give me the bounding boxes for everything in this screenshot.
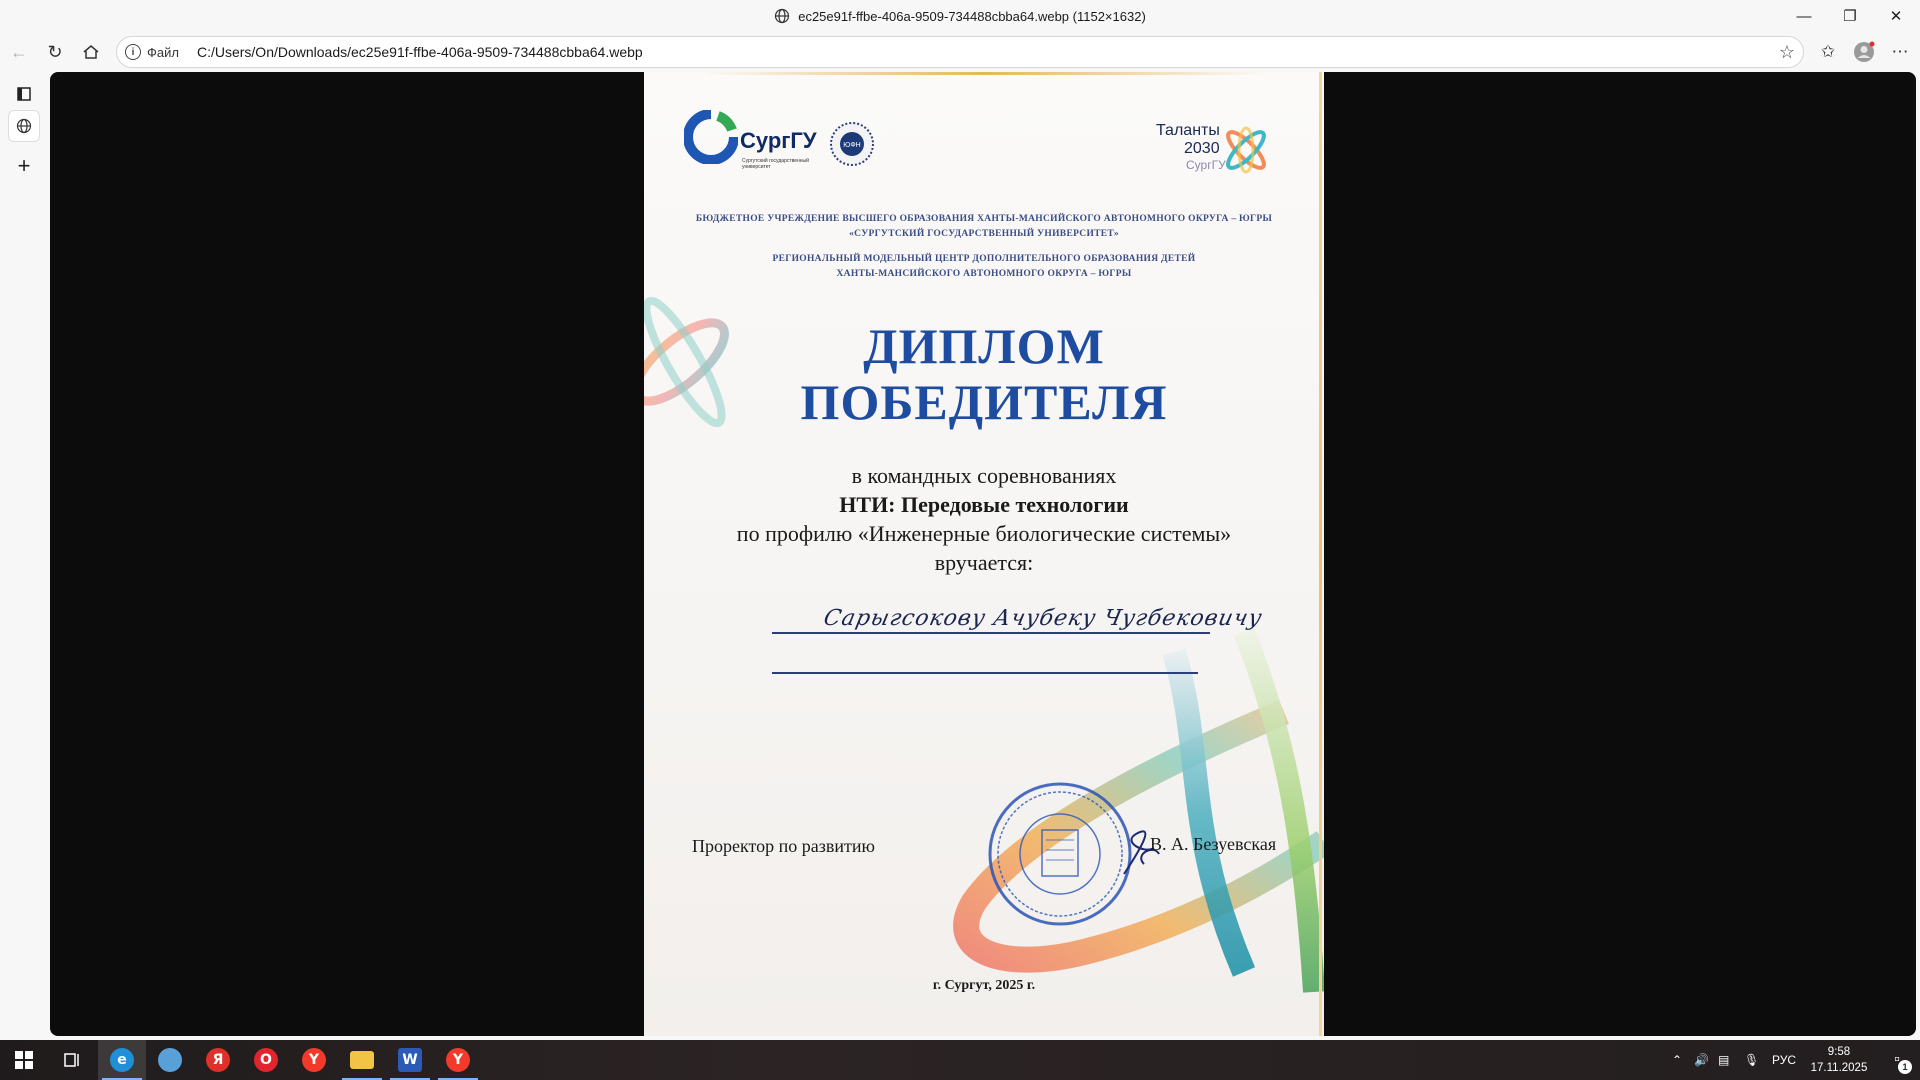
body-line-4: вручается: xyxy=(934,550,1034,575)
word-icon: W xyxy=(398,1048,422,1072)
surgu-logo-subtitle: Сургутский государственный университет xyxy=(742,158,809,170)
taskbar-app-file-explorer[interactable] xyxy=(338,1040,386,1080)
volume-icon[interactable]: 🔊 xyxy=(1694,1040,1709,1080)
taskbar-app-yandex-browser[interactable]: Я xyxy=(194,1040,242,1080)
microphone-icon[interactable]: 🎙 xyxy=(1744,1040,1759,1080)
recipient-handwritten-name: Сарыгсокову Ачубеку Чугбековичу xyxy=(821,606,1265,631)
talanty-logo-name: Таланты xyxy=(1156,122,1220,139)
window-title-text: ec25e91f-ffbe-406a-9509-734488cbba64.web… xyxy=(798,8,1146,24)
start-button[interactable] xyxy=(0,1040,48,1080)
body-line-2: НТИ: Передовые технологии xyxy=(839,492,1129,517)
body-line-3: по профилю «Инженерные биологические сис… xyxy=(736,521,1232,546)
action-center-button[interactable]: ▫ 1 xyxy=(1884,1048,1912,1074)
taskbar-app-edge[interactable]: e xyxy=(98,1040,146,1080)
file-explorer-icon xyxy=(350,1051,374,1069)
taskbar-app-app-2[interactable] xyxy=(146,1040,194,1080)
place-and-year: г. Сургут, 2025 г. xyxy=(932,978,1036,993)
signer-name: В. А. Безуевская xyxy=(1150,834,1277,854)
show-hidden-icons-icon[interactable]: ⌃ xyxy=(1672,1040,1682,1080)
open-tab-globe-icon[interactable] xyxy=(8,110,40,142)
task-view-button[interactable] xyxy=(48,1040,96,1080)
app-2-icon xyxy=(158,1048,182,1072)
body-line-1: в командных соревнованиях xyxy=(851,463,1117,488)
task-view-icon xyxy=(64,1053,79,1067)
clock-time: 9:58 xyxy=(1827,1046,1851,1058)
address-bar[interactable]: i Файл C:/Users/On/Downloads/ec25e91f-ff… xyxy=(116,36,1804,68)
talanty-logo-year: 2030 xyxy=(1184,140,1220,157)
header-line-3: Региональный модельный центр дополнитель… xyxy=(772,254,1196,264)
favorites-icon[interactable]: ✩ xyxy=(1812,37,1844,67)
system-clock[interactable]: 9:58 17.11.2025 xyxy=(1806,1044,1872,1076)
new-tab-plus-icon[interactable]: + xyxy=(8,150,40,182)
taskbar-app-yandex-2[interactable]: Y xyxy=(434,1040,482,1080)
header-line-2: «Сургутский государственный университет» xyxy=(849,229,1119,239)
surgu-logo-name: СургГУ xyxy=(740,128,817,153)
taskbar-app-word[interactable]: W xyxy=(386,1040,434,1080)
tab-actions-icon[interactable] xyxy=(8,78,40,110)
taskbar-app-yandex[interactable]: Y xyxy=(290,1040,338,1080)
info-icon[interactable]: i xyxy=(125,44,141,60)
header-line-1: Бюджетное учреждение высшего образования… xyxy=(695,214,1273,224)
home-icon xyxy=(83,45,99,59)
yandex-browser-icon: Я xyxy=(206,1048,230,1072)
window-title: ec25e91f-ffbe-406a-9509-734488cbba64.web… xyxy=(0,8,1920,24)
recipient-line-1 xyxy=(772,632,1210,634)
network-icon[interactable]: ▤ xyxy=(1718,1040,1729,1080)
language-indicator[interactable]: РУС xyxy=(1772,1040,1796,1080)
emblem-seal-icon: ЮФН xyxy=(830,122,874,166)
minimize-button[interactable]: — xyxy=(1781,0,1827,32)
restore-button[interactable]: ❐ xyxy=(1827,0,1873,32)
reload-button[interactable]: ↻ xyxy=(39,37,71,67)
official-stamp-icon xyxy=(988,782,1132,926)
clock-date: 17.11.2025 xyxy=(1810,1062,1868,1074)
navigation-bar: ← ↻ i Файл C:/Users/On/Downloads/ec25e91… xyxy=(0,34,1920,70)
opera-icon: O xyxy=(254,1048,278,1072)
yandex-2-icon: Y xyxy=(446,1048,470,1072)
windows-logo-icon xyxy=(15,1051,33,1069)
emblem-text: ЮФН xyxy=(843,142,860,149)
diploma-title-line-2: ПОБЕДИТЕЛЯ xyxy=(800,374,1168,430)
home-button[interactable] xyxy=(75,37,107,67)
window-titlebar: ec25e91f-ffbe-406a-9509-734488cbba64.web… xyxy=(0,0,1920,34)
talanty-logo-sub: СургГУ xyxy=(1186,158,1226,172)
diploma-title-line-1: ДИПЛОМ xyxy=(863,318,1105,374)
image-viewer: СургГУ Сургутский государственный универ… xyxy=(50,72,1916,1036)
windows-taskbar: eЯOYWY ⌃ 🔊 ▤ 🎙 РУС 9:58 17.11.2025 ▫ 1 xyxy=(0,1040,1920,1080)
avatar-icon xyxy=(1854,41,1875,62)
taskbar-app-opera[interactable]: O xyxy=(242,1040,290,1080)
profile-avatar[interactable] xyxy=(1848,37,1880,67)
browser-sidebar: + xyxy=(0,70,50,1038)
yandex-icon: Y xyxy=(302,1048,326,1072)
edge-icon: e xyxy=(110,1048,134,1072)
surgu-logo-icon xyxy=(684,110,738,164)
signer-role: Проректор по развитию xyxy=(692,836,875,856)
top-decor-line xyxy=(704,72,1264,75)
globe-icon xyxy=(775,8,790,24)
close-button[interactable]: ✕ xyxy=(1873,0,1919,32)
diploma-image: СургГУ Сургутский государственный универ… xyxy=(644,72,1324,1036)
back-button[interactable]: ← xyxy=(3,37,35,67)
more-menu-icon[interactable]: ⋯ xyxy=(1884,37,1916,67)
scheme-label: Файл xyxy=(147,44,179,60)
notification-count: 1 xyxy=(1898,1060,1912,1074)
recipient-line-2 xyxy=(772,672,1198,674)
url-text[interactable]: C:/Users/On/Downloads/ec25e91f-ffbe-406a… xyxy=(197,44,643,60)
header-line-4: Ханты-Мансийского автономного округа – Ю… xyxy=(836,269,1132,279)
favorite-star-icon[interactable]: ☆ xyxy=(1779,42,1795,63)
